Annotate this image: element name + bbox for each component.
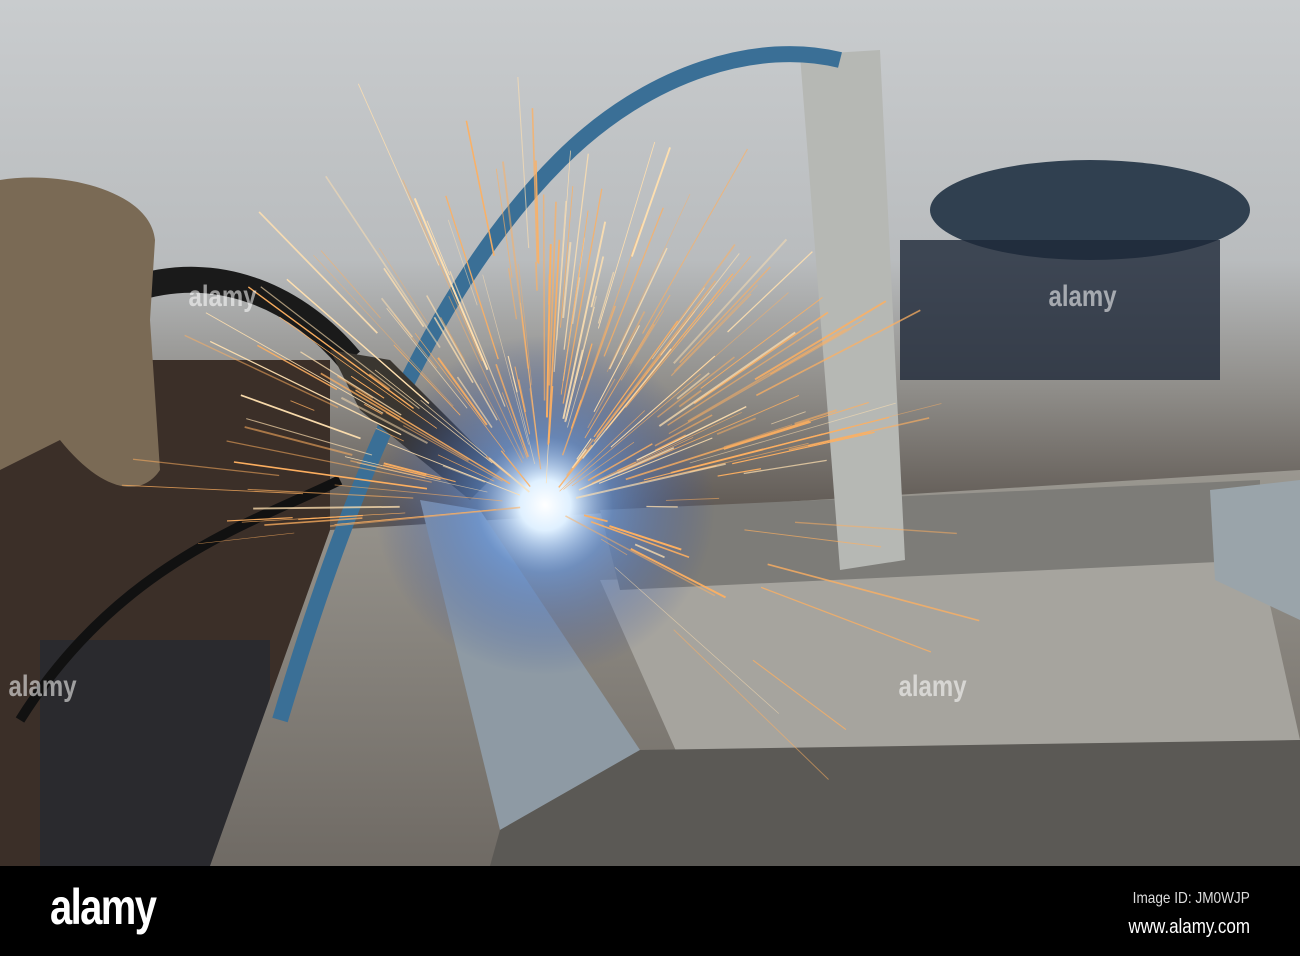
spark bbox=[727, 251, 813, 333]
spark bbox=[658, 331, 796, 427]
spark bbox=[357, 83, 440, 266]
gloved-hand bbox=[0, 177, 160, 487]
spark bbox=[542, 194, 546, 401]
spark bbox=[517, 77, 530, 249]
spark bbox=[535, 262, 538, 291]
watermark: alamy bbox=[8, 670, 77, 703]
spark bbox=[507, 268, 518, 320]
spark bbox=[657, 356, 735, 418]
stock-photo-page: alamy alamy alamy alamy alamy Image ID: … bbox=[0, 0, 1300, 956]
spark bbox=[548, 274, 550, 305]
spark bbox=[667, 326, 819, 426]
spark bbox=[716, 417, 757, 436]
footer-bar: alamy Image ID: JM0WJP www.alamy.com bbox=[0, 866, 1300, 956]
watermark: alamy bbox=[1048, 280, 1117, 313]
spark bbox=[383, 267, 425, 328]
spark bbox=[378, 247, 428, 324]
spark bbox=[642, 148, 748, 334]
alamy-logo[interactable]: alamy bbox=[50, 878, 157, 936]
watermark: alamy bbox=[188, 280, 257, 313]
image-id: Image ID: JM0WJP bbox=[1132, 890, 1250, 907]
welding-photo: alamy alamy alamy alamy bbox=[0, 0, 1300, 866]
spark bbox=[465, 120, 495, 257]
spark bbox=[743, 459, 827, 475]
spark bbox=[426, 220, 450, 276]
vertical-clamp-bar bbox=[800, 50, 905, 570]
website-link[interactable]: www.alamy.com bbox=[1128, 916, 1250, 939]
watermark: alamy bbox=[898, 670, 967, 703]
spark bbox=[673, 238, 788, 364]
photo-scene bbox=[0, 46, 1300, 866]
spark bbox=[325, 175, 441, 349]
